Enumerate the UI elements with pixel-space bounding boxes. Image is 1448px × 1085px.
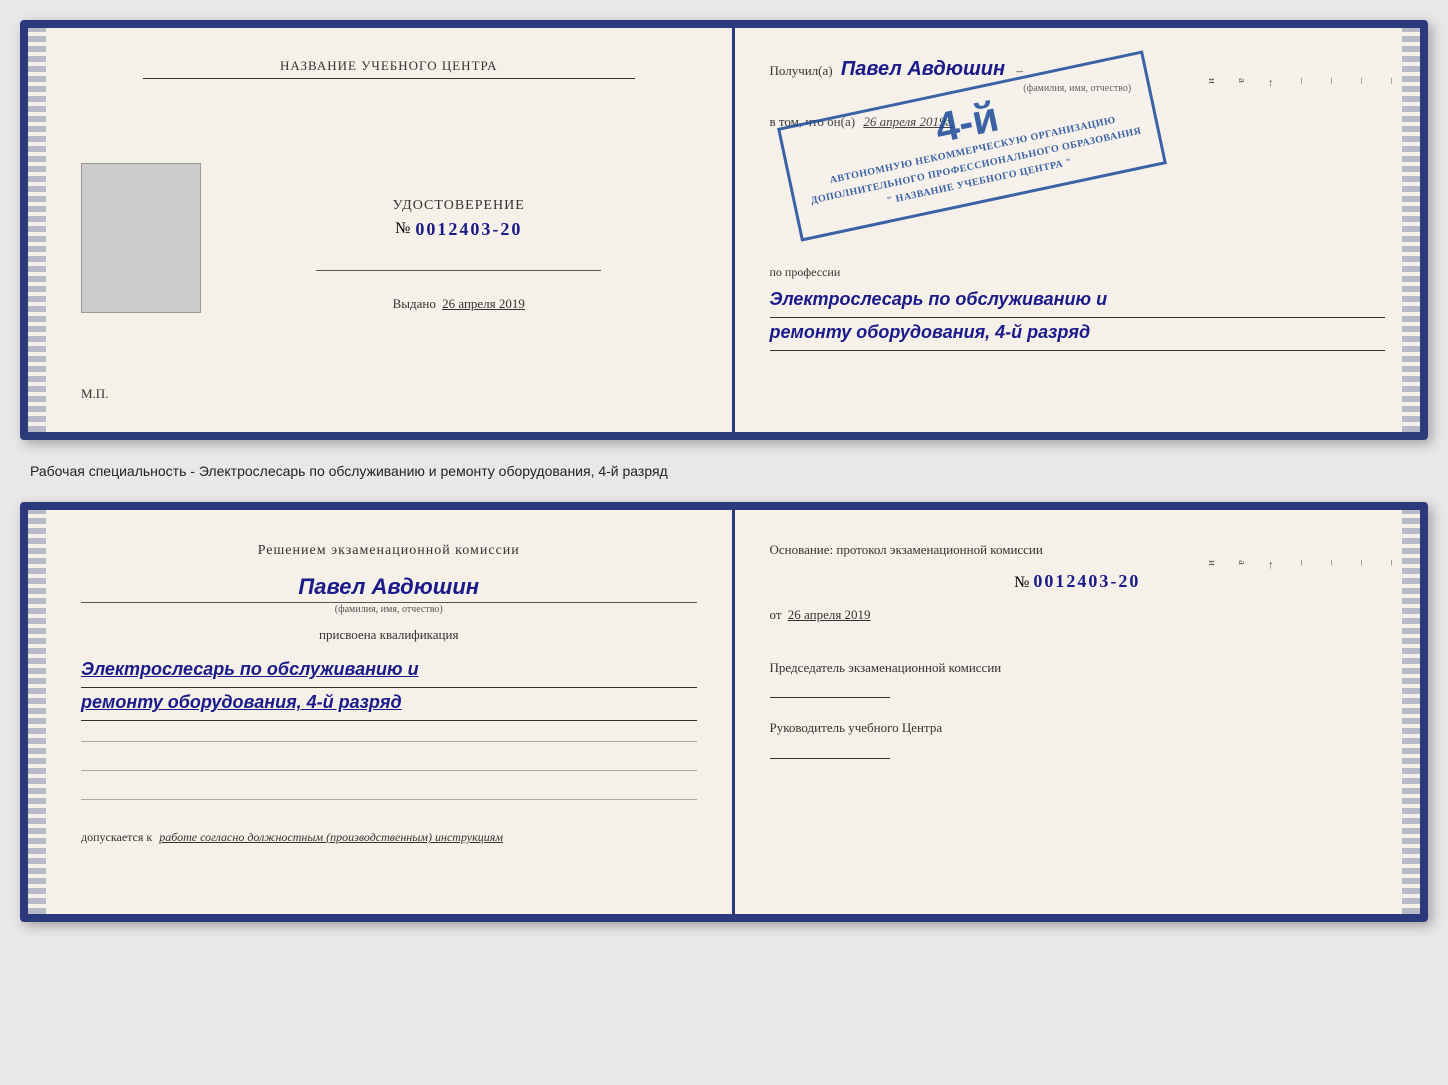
qualification-line2: ремонту оборудования, 4-й разряд — [81, 688, 697, 721]
po-professii-label: по профессии — [770, 265, 1386, 280]
org-name-top: НАЗВАНИЕ УЧЕБНОГО ЦЕНТРА — [143, 58, 635, 79]
between-text: Рабочая специальность - Электрослесарь п… — [20, 458, 1428, 484]
profession-line1-top: Электрослесарь по обслуживанию и — [770, 285, 1386, 318]
osnovaniye-label: Основание: протокол экзаменационной коми… — [770, 542, 1043, 557]
bottom-certificate: Решением экзаменационной комиссии Павел … — [20, 502, 1428, 922]
poluchil-name: Павел Авдюшин — [841, 58, 1005, 80]
photo-placeholder — [81, 163, 201, 313]
protocol-prefix: № — [1014, 574, 1029, 591]
bottom-cert-left-page: Решением экзаменационной комиссии Павел … — [46, 510, 735, 914]
osnovaniye-block: Основание: протокол экзаменационной коми… — [770, 540, 1386, 561]
protocol-number-block: № 0012403-20 — [770, 571, 1386, 592]
dopuskaetsya-text: работе согласно должностным (производств… — [159, 830, 503, 844]
top-certificate: НАЗВАНИЕ УЧЕБНОГО ЦЕНТРА УДОСТОВЕРЕНИЕ №… — [20, 20, 1428, 440]
predsedatel-block: Председатель экзаменационной комиссии — [770, 658, 1386, 699]
qualification-block-bottom: Электрослесарь по обслуживанию и ремонту… — [81, 655, 697, 721]
rukovoditel-label: Руководитель учебного Центра — [770, 718, 1386, 738]
cert-number-top: 0012403-20 — [415, 219, 522, 240]
vydano-date: 26 апреля 2019 — [442, 296, 525, 311]
ot-date: 26 апреля 2019 — [788, 607, 871, 622]
page-wrapper: НАЗВАНИЕ УЧЕБНОГО ЦЕНТРА УДОСТОВЕРЕНИЕ №… — [20, 20, 1428, 922]
dopuskaetsya-block: допускается к работе согласно должностны… — [81, 830, 697, 845]
profession-block-top: по профессии Электрослесарь по обслужива… — [770, 265, 1386, 351]
ot-date-block: от 26 апреля 2019 — [770, 607, 1386, 623]
predsedatel-signature-line — [770, 697, 890, 698]
fio-label-bottom: (фамилия, имя, отчество) — [81, 604, 697, 615]
left-spine-deco — [28, 28, 46, 432]
name-handwritten-bottom: Павел Авдюшин — [81, 574, 697, 603]
rukovoditel-block: Руководитель учебного Центра — [770, 718, 1386, 759]
prisvoena-label: присвоена квалификация — [81, 627, 697, 643]
dopuskaetsya-label: допускается к — [81, 830, 152, 844]
name-block-bottom: Павел Авдюшин (фамилия, имя, отчество) — [81, 574, 697, 615]
left-spine-deco-bottom — [28, 510, 46, 914]
protocol-number: 0012403-20 — [1033, 571, 1140, 591]
mp-label: М.П. — [81, 386, 108, 402]
profession-line2-top: ремонту оборудования, 4-й разряд — [770, 318, 1386, 351]
right-side-chars-bottom: и а ← – – – – — [1206, 560, 1398, 571]
between-text-content: Рабочая специальность - Электрослесарь п… — [30, 463, 668, 479]
predsedatel-label: Председатель экзаменационной комиссии — [770, 658, 1386, 678]
udostoverenie-block: УДОСТОВЕРЕНИЕ № 0012403-20 — [393, 198, 525, 240]
vydano-block: Выдано 26 апреля 2019 — [393, 296, 525, 312]
udostoverenie-title: УДОСТОВЕРЕНИЕ — [393, 198, 525, 214]
right-side-chars-top: и а ← – – – – — [1206, 78, 1398, 89]
qualification-line1: Электрослесарь по обслуживанию и — [81, 655, 697, 688]
poluchil-label: Получил(a) — [770, 63, 833, 78]
number-prefix: № — [395, 220, 410, 238]
bottom-cert-right-page: Основание: протокол экзаменационной коми… — [735, 510, 1421, 914]
resheniem-title: Решением экзаменационной комиссии — [81, 540, 697, 562]
rukovoditel-signature-line — [770, 758, 890, 759]
top-cert-left-page: НАЗВАНИЕ УЧЕБНОГО ЦЕНТРА УДОСТОВЕРЕНИЕ №… — [46, 28, 735, 432]
ot-label: от — [770, 607, 782, 622]
top-cert-right-page: 4-й АВТОНОМНУЮ НЕКОММЕРЧЕСКУЮ ОРГАНИЗАЦИ… — [735, 28, 1421, 432]
vydano-label: Выдано — [393, 296, 436, 311]
